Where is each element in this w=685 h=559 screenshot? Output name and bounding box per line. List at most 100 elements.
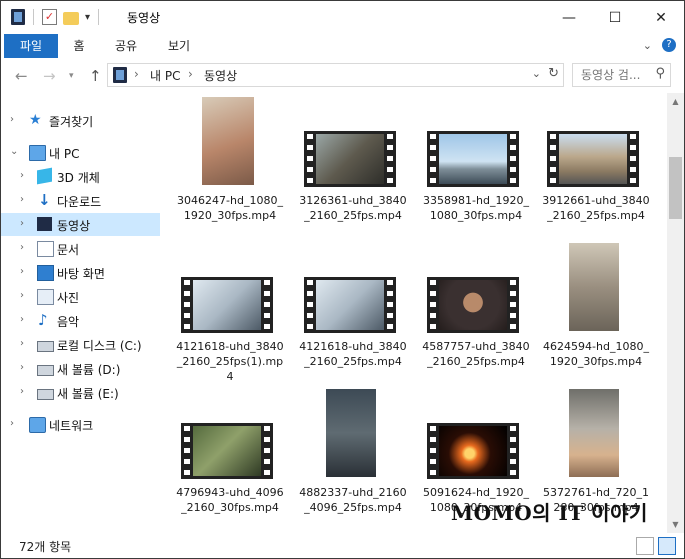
nav-item-desktop[interactable]: › 바탕 화면: [1, 261, 160, 284]
nav-item-label: 3D 개체: [57, 171, 100, 185]
video-thumbnail: [421, 97, 531, 189]
nav-item-documents[interactable]: › 문서: [1, 237, 160, 260]
nav-item-3d-objects[interactable]: › 3D 개체: [1, 165, 160, 188]
expand-chevron-icon[interactable]: ›: [20, 218, 24, 229]
search-box[interactable]: ⚲: [572, 63, 671, 87]
nav-item-music[interactable]: › ♪ 음악: [1, 309, 160, 332]
file-item[interactable]: 3046247-hd_1080_1920_30fps.mp4: [175, 97, 285, 223]
nav-item-network[interactable]: › 네트워크: [1, 413, 160, 436]
expand-chevron-icon[interactable]: ›: [20, 338, 24, 349]
expand-chevron-icon[interactable]: ›: [20, 194, 24, 205]
breadcrumb-separator-icon[interactable]: ›: [134, 67, 139, 81]
file-item[interactable]: 3912661-uhd_3840_2160_25fps.mp4: [541, 97, 651, 223]
video-thumbnail: [175, 389, 285, 481]
file-item[interactable]: 3126361-uhd_3840_2160_25fps.mp4: [298, 97, 408, 223]
nav-item-drive-d[interactable]: › 새 볼륨 (D:): [1, 357, 160, 380]
recent-locations-chevron-icon[interactable]: ▾: [69, 71, 74, 81]
scrollbar-thumb[interactable]: [669, 157, 682, 219]
file-item[interactable]: 3358981-hd_1920_1080_30fps.mp4: [421, 97, 531, 223]
nav-item-label: 즐겨찾기: [49, 115, 94, 129]
details-view-button[interactable]: [636, 537, 654, 555]
address-bar[interactable]: › 내 PC › 동영상 ⌄ ↻: [107, 63, 564, 87]
street-buildings-thumbnail: [547, 131, 639, 187]
vertical-scrollbar[interactable]: ▲ ▼: [667, 93, 684, 533]
rocky-ground-thumbnail: [326, 389, 376, 477]
tab-home[interactable]: 홈: [64, 34, 94, 58]
nav-item-label: 사진: [57, 291, 80, 305]
help-icon[interactable]: ?: [662, 38, 676, 52]
file-item[interactable]: 4121618-uhd_3840_2160_25fps(1).mp4: [175, 243, 285, 384]
expand-chevron-icon[interactable]: ›: [20, 386, 24, 397]
nav-item-label: 내 PC: [49, 147, 80, 161]
video-folder-icon: [37, 217, 52, 231]
scroll-up-arrow-icon[interactable]: ▲: [667, 93, 684, 110]
item-count: 72개 항목: [19, 540, 72, 554]
breadcrumb-separator-icon[interactable]: ›: [188, 67, 193, 81]
expand-chevron-icon[interactable]: ›: [10, 114, 14, 125]
navigation-pane: › ★ 즐겨찾기 ⌄ 내 PC › 3D 개체 › ↓ 다운로드 › 동영상 ›…: [1, 93, 160, 533]
customize-toolbar-chevron-icon[interactable]: ▾: [85, 12, 90, 23]
tab-view[interactable]: 보기: [159, 34, 199, 58]
properties-icon[interactable]: ✓: [42, 9, 57, 25]
nav-item-label: 네트워크: [49, 419, 94, 433]
document-icon: [37, 241, 54, 257]
video-thumbnail: [298, 97, 408, 189]
new-folder-icon[interactable]: [63, 11, 79, 25]
nav-item-pictures[interactable]: › 사진: [1, 285, 160, 308]
video-thumbnail: [541, 97, 651, 189]
drive-icon: [37, 341, 54, 352]
watermark: MOMO의 IT 이야기: [451, 501, 648, 525]
desktop-icon: [37, 265, 54, 281]
nav-item-this-pc[interactable]: ⌄ 내 PC: [1, 141, 160, 164]
nav-item-label: 새 볼륨 (D:): [57, 363, 121, 377]
video-thumbnail: [421, 243, 531, 335]
nav-item-quick-access[interactable]: › ★ 즐겨찾기: [1, 109, 160, 132]
kitten-portrait-thumbnail: [202, 97, 254, 185]
nav-item-downloads[interactable]: › ↓ 다운로드: [1, 189, 160, 212]
nav-item-drive-c[interactable]: › 로컬 디스크 (C:): [1, 333, 160, 356]
nav-item-videos[interactable]: › 동영상: [1, 213, 160, 236]
file-name: 4121618-uhd_3840_2160_25fps.mp4: [299, 340, 407, 368]
search-input[interactable]: [579, 64, 653, 86]
toolbar-separator: [98, 9, 100, 25]
expand-chevron-icon[interactable]: ›: [20, 314, 24, 325]
expand-ribbon-chevron-icon[interactable]: ⌄: [643, 39, 652, 52]
breadcrumb-this-pc[interactable]: 내 PC: [150, 67, 180, 84]
file-item[interactable]: 4882337-uhd_2160_4096_25fps.mp4: [298, 389, 408, 515]
refresh-icon[interactable]: ↻: [548, 66, 559, 81]
file-item[interactable]: 4624594-hd_1080_1920_30fps.mp4: [541, 243, 651, 369]
collapse-chevron-icon[interactable]: ⌄: [10, 146, 18, 157]
file-name: 4624594-hd_1080_1920_30fps.mp4: [543, 340, 649, 368]
file-item[interactable]: 4121618-uhd_3840_2160_25fps.mp4: [298, 243, 408, 369]
toolbar-separator: [33, 9, 34, 25]
video-folder-icon: [113, 67, 127, 83]
expand-chevron-icon[interactable]: ›: [20, 266, 24, 277]
up-arrow-icon[interactable]: ↑: [89, 67, 102, 85]
file-item[interactable]: 4587757-uhd_3840_2160_25fps.mp4: [421, 243, 531, 369]
file-name: 4796943-uhd_4096_2160_30fps.mp4: [176, 486, 284, 514]
close-button[interactable]: ✕: [638, 1, 684, 34]
breadcrumb-videos[interactable]: 동영상: [204, 67, 237, 84]
expand-chevron-icon[interactable]: ›: [10, 418, 14, 429]
expand-chevron-icon[interactable]: ›: [20, 242, 24, 253]
scroll-down-arrow-icon[interactable]: ▼: [667, 516, 684, 533]
tab-file[interactable]: 파일: [4, 34, 58, 58]
nav-item-label: 음악: [57, 315, 80, 329]
expand-chevron-icon[interactable]: ›: [20, 170, 24, 181]
large-icons-view-button[interactable]: [658, 537, 676, 555]
forward-arrow-icon[interactable]: →: [43, 67, 56, 85]
nav-item-drive-e[interactable]: › 새 볼륨 (E:): [1, 381, 160, 404]
address-history-chevron-icon[interactable]: ⌄: [532, 67, 541, 80]
minimize-button[interactable]: —: [546, 1, 592, 34]
file-item[interactable]: 4796943-uhd_4096_2160_30fps.mp4: [175, 389, 285, 515]
nav-item-label: 로컬 디스크 (C:): [57, 339, 142, 353]
expand-chevron-icon[interactable]: ›: [20, 290, 24, 301]
expand-chevron-icon[interactable]: ›: [20, 362, 24, 373]
drive-icon: [37, 389, 54, 400]
tab-share[interactable]: 공유: [106, 34, 146, 58]
video-thumbnail: [175, 243, 285, 335]
maximize-button[interactable]: ☐: [592, 1, 638, 34]
search-icon[interactable]: ⚲: [655, 66, 665, 81]
back-arrow-icon[interactable]: ←: [15, 67, 28, 85]
file-name: 3046247-hd_1080_1920_30fps.mp4: [177, 194, 283, 222]
